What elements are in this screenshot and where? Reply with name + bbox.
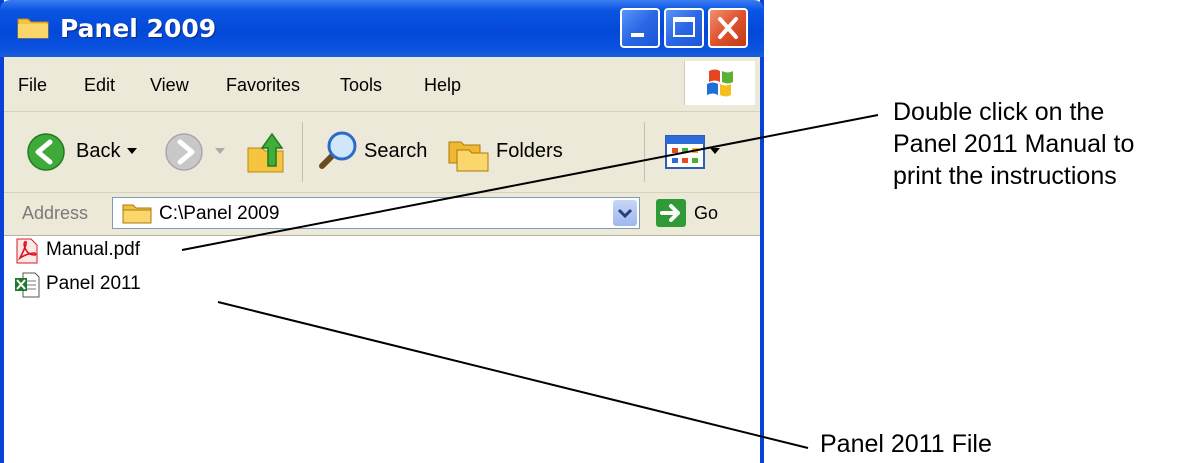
- search-button-label[interactable]: Search: [364, 140, 427, 163]
- menu-tools[interactable]: Tools: [340, 75, 382, 96]
- menu-help[interactable]: Help: [424, 75, 461, 96]
- callout-manual-instructions: Double click on the Panel 2011 Manual to…: [893, 96, 1198, 192]
- folders-button-label[interactable]: Folders: [496, 140, 563, 163]
- excel-file-icon: [15, 272, 40, 298]
- folders-icon[interactable]: [446, 130, 492, 174]
- folder-icon: [122, 204, 152, 224]
- file-list: Manual.pdf Panel 2011: [4, 236, 760, 463]
- minimize-button[interactable]: [620, 8, 660, 48]
- menu-edit[interactable]: Edit: [84, 75, 115, 96]
- minimize-icon: [631, 33, 644, 37]
- folder-icon: [17, 18, 49, 39]
- search-icon[interactable]: [314, 128, 360, 176]
- up-folder-icon[interactable]: [244, 128, 288, 176]
- back-arrow-icon[interactable]: [26, 132, 66, 172]
- windows-logo: [684, 61, 755, 105]
- address-dropdown-button[interactable]: [613, 200, 637, 226]
- toolbar-separator: [302, 122, 303, 182]
- explorer-window: Panel 2009 File Edit View Favorites Tool…: [0, 0, 764, 463]
- address-label: Address: [22, 203, 89, 223]
- toolbar: Back Search Folders: [4, 112, 760, 193]
- menu-view[interactable]: View: [150, 75, 189, 96]
- views-icon[interactable]: [664, 134, 728, 170]
- close-icon: [718, 17, 738, 39]
- chevron-down-icon: [617, 208, 633, 219]
- windows-flag-icon: [707, 69, 733, 97]
- file-name: Manual.pdf: [46, 239, 141, 260]
- back-dropdown-icon[interactable]: [126, 146, 138, 156]
- callout-line: Double click on the: [893, 98, 1105, 126]
- pdf-file-icon: [16, 238, 38, 264]
- address-value: C:\Panel 2009: [159, 203, 280, 224]
- address-field[interactable]: C:\Panel 2009: [112, 197, 640, 229]
- maximize-icon: [673, 17, 695, 37]
- callout-line: Panel 2011 Manual to: [893, 130, 1135, 158]
- callout-panel-file: Panel 2011 File: [820, 430, 992, 458]
- maximize-button[interactable]: [664, 8, 704, 48]
- menu-favorites[interactable]: Favorites: [226, 75, 300, 96]
- toolbar-separator: [644, 122, 645, 182]
- menu-bar: File Edit View Favorites Tools Help: [4, 57, 760, 112]
- go-arrow-icon: [660, 204, 680, 222]
- window-title: Panel 2009: [60, 14, 217, 43]
- address-bar: Address C:\Panel 2009 Go: [4, 193, 760, 236]
- file-name: Panel 2011: [46, 273, 141, 294]
- close-button[interactable]: [708, 8, 748, 48]
- title-bar[interactable]: Panel 2009: [0, 0, 764, 57]
- forward-dropdown-icon[interactable]: [214, 146, 226, 156]
- callout-line: print the instructions: [893, 162, 1117, 190]
- back-button-label[interactable]: Back: [76, 140, 120, 163]
- forward-arrow-icon[interactable]: [164, 132, 204, 172]
- menu-file[interactable]: File: [18, 75, 47, 96]
- go-button[interactable]: [656, 199, 686, 227]
- go-label[interactable]: Go: [694, 203, 718, 224]
